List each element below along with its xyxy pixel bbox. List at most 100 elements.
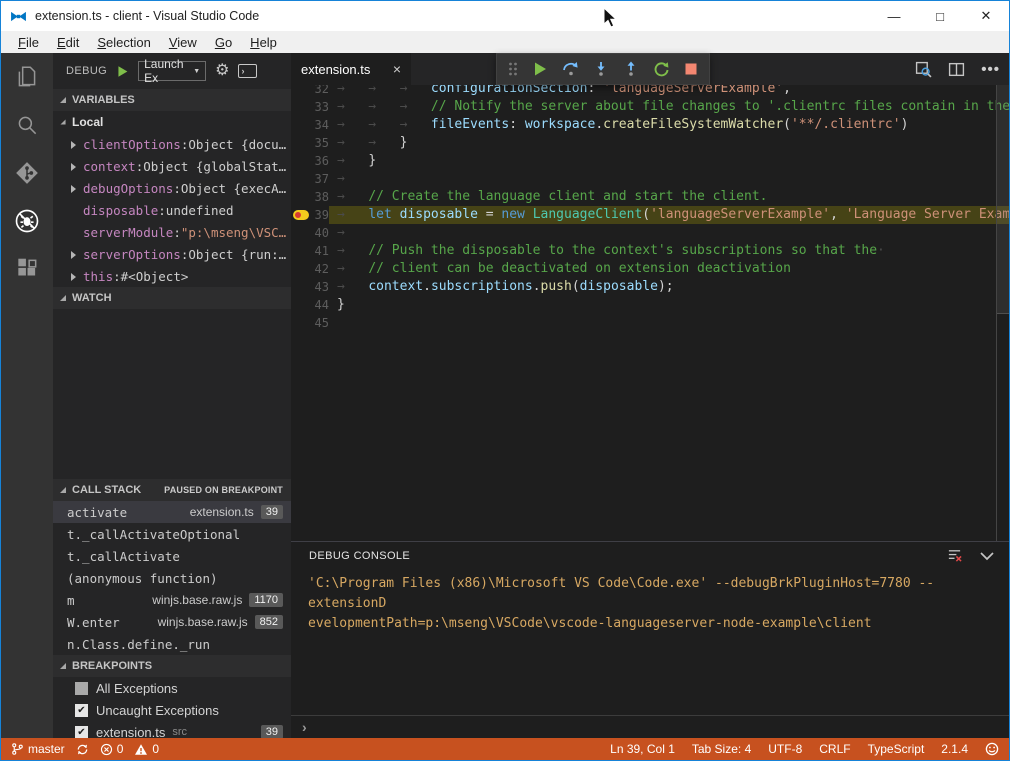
close-button[interactable]: ✕ bbox=[963, 1, 1009, 31]
stack-frame-row[interactable]: t._callActivateOptional bbox=[53, 523, 291, 545]
code-line[interactable]: 38→ // Create the language client and st… bbox=[291, 188, 1010, 206]
console-input[interactable]: › bbox=[291, 715, 1010, 738]
scope-row[interactable]: Local bbox=[53, 111, 291, 133]
watch-section-header[interactable]: WATCH bbox=[53, 287, 291, 309]
line-gutter[interactable]: 43 bbox=[291, 278, 329, 296]
call-stack-section-header[interactable]: CALL STACK PAUSED ON BREAKPOINT bbox=[53, 479, 291, 501]
status-item[interactable]: 2.1.4 bbox=[941, 742, 968, 756]
code-line[interactable]: 36→ } bbox=[291, 152, 1010, 170]
stack-frame-row[interactable]: (anonymous function) bbox=[53, 567, 291, 589]
source-control-icon[interactable] bbox=[1, 149, 53, 197]
tab-close-icon[interactable]: × bbox=[393, 61, 401, 77]
variable-row[interactable]: context: Object {globalStat… bbox=[53, 155, 291, 177]
menu-item-help[interactable]: Help bbox=[241, 33, 286, 52]
line-gutter[interactable]: 41 bbox=[291, 242, 329, 260]
tab-extension-ts[interactable]: extension.ts × bbox=[291, 53, 411, 85]
variable-row[interactable]: serverOptions: Object {run:… bbox=[53, 243, 291, 265]
git-branch-indicator[interactable]: master bbox=[11, 742, 65, 756]
line-gutter[interactable]: 35 bbox=[291, 134, 329, 152]
search-icon[interactable] bbox=[1, 101, 53, 149]
start-debug-button[interactable] bbox=[116, 65, 129, 78]
debug-icon[interactable] bbox=[1, 197, 53, 245]
status-item[interactable]: TypeScript bbox=[868, 742, 925, 756]
code-line[interactable]: 44} bbox=[291, 296, 1010, 314]
toolbar-drag-grip[interactable] bbox=[508, 61, 518, 77]
breakpoint-checkbox[interactable] bbox=[75, 682, 88, 695]
scrollbar-slider[interactable] bbox=[997, 85, 1010, 314]
code-line[interactable]: 39→ let disposable = new LanguageClient(… bbox=[291, 206, 1010, 224]
breakpoint-checkbox[interactable]: ✔ bbox=[75, 726, 88, 739]
feedback-smiley-icon[interactable] bbox=[985, 742, 999, 756]
variable-row[interactable]: disposable: undefined bbox=[53, 199, 291, 221]
code-line[interactable]: 35→ → } bbox=[291, 134, 1010, 152]
warning-count[interactable]: 0 bbox=[134, 742, 159, 756]
code-line[interactable]: 43→ context.subscriptions.push(disposabl… bbox=[291, 278, 1010, 296]
launch-config-dropdown[interactable]: Launch Ex ▼ bbox=[138, 61, 206, 81]
code-line[interactable]: 32→ → → configurationSection: 'languageS… bbox=[291, 85, 1010, 98]
restart-button[interactable] bbox=[653, 61, 670, 78]
stack-frame-row[interactable]: W.enterwinjs.base.raw.js852 bbox=[53, 611, 291, 633]
breakpoint-row[interactable]: All Exceptions bbox=[53, 677, 291, 699]
maximize-button[interactable]: □ bbox=[917, 1, 963, 31]
continue-button[interactable] bbox=[532, 61, 548, 77]
code-line[interactable]: 37→ bbox=[291, 170, 1010, 188]
status-item[interactable]: Ln 39, Col 1 bbox=[610, 742, 675, 756]
split-editor-icon[interactable] bbox=[948, 61, 965, 78]
step-into-button[interactable] bbox=[593, 61, 609, 77]
step-out-button[interactable] bbox=[623, 61, 639, 77]
open-repl-icon[interactable]: › bbox=[238, 64, 257, 78]
line-gutter[interactable]: 36 bbox=[291, 152, 329, 170]
stack-frame-row[interactable]: n.Class.define._run bbox=[53, 633, 291, 655]
clear-console-icon[interactable] bbox=[947, 548, 962, 563]
line-gutter[interactable]: 39 bbox=[291, 206, 329, 224]
variable-row[interactable]: this: #<Object> bbox=[53, 265, 291, 287]
menu-item-edit[interactable]: Edit bbox=[48, 33, 88, 52]
code-line[interactable]: 42→ // client can be deactivated on exte… bbox=[291, 260, 1010, 278]
code-line[interactable]: 34→ → → fileEvents: workspace.createFile… bbox=[291, 116, 1010, 134]
code-line[interactable]: 33→ → → // Notify the server about file … bbox=[291, 98, 1010, 116]
extensions-icon[interactable] bbox=[1, 245, 53, 293]
breakpoint-checkbox[interactable]: ✔ bbox=[75, 704, 88, 717]
line-gutter[interactable]: 37 bbox=[291, 170, 329, 188]
line-gutter[interactable]: 40 bbox=[291, 224, 329, 242]
line-gutter[interactable]: 32 bbox=[291, 85, 329, 98]
open-preview-icon[interactable] bbox=[915, 61, 932, 78]
menu-item-selection[interactable]: Selection bbox=[88, 33, 159, 52]
code-line[interactable]: 41→ // Push the disposable to the contex… bbox=[291, 242, 1010, 260]
stack-frame-row[interactable]: mwinjs.base.raw.js1170 bbox=[53, 589, 291, 611]
stop-button[interactable] bbox=[684, 62, 698, 76]
breakpoint-row[interactable]: ✔Uncaught Exceptions bbox=[53, 699, 291, 721]
code-line[interactable]: 45 bbox=[291, 314, 1010, 332]
status-item[interactable]: CRLF bbox=[819, 742, 850, 756]
breakpoints-section-header[interactable]: BREAKPOINTS bbox=[53, 655, 291, 677]
line-gutter[interactable]: 34 bbox=[291, 116, 329, 134]
variable-row[interactable]: serverModule: "p:\mseng\VSC… bbox=[53, 221, 291, 243]
variable-row[interactable]: debugOptions: Object {execA… bbox=[53, 177, 291, 199]
stack-frame-row[interactable]: t._callActivate bbox=[53, 545, 291, 567]
variables-section-header[interactable]: VARIABLES bbox=[53, 89, 291, 111]
status-item[interactable]: Tab Size: 4 bbox=[692, 742, 751, 756]
step-over-button[interactable] bbox=[562, 61, 580, 77]
code-line[interactable]: 40→ bbox=[291, 224, 1010, 242]
minimize-button[interactable]: — bbox=[871, 1, 917, 31]
status-item[interactable]: UTF-8 bbox=[768, 742, 802, 756]
error-count[interactable]: 0 bbox=[100, 742, 124, 756]
explorer-icon[interactable] bbox=[1, 53, 53, 101]
menu-item-view[interactable]: View bbox=[160, 33, 206, 52]
line-gutter[interactable]: 45 bbox=[291, 314, 329, 332]
menu-item-go[interactable]: Go bbox=[206, 33, 241, 52]
chevron-down-icon[interactable] bbox=[980, 551, 994, 561]
menu-item-file[interactable]: File bbox=[9, 33, 48, 52]
line-gutter[interactable]: 33 bbox=[291, 98, 329, 116]
more-actions-icon[interactable]: ••• bbox=[981, 61, 1000, 78]
line-gutter[interactable]: 38 bbox=[291, 188, 329, 206]
line-gutter[interactable]: 42 bbox=[291, 260, 329, 278]
line-gutter[interactable]: 44 bbox=[291, 296, 329, 314]
code-editor[interactable]: 32→ → → configurationSection: 'languageS… bbox=[291, 85, 1010, 541]
variable-row[interactable]: clientOptions: Object {docu… bbox=[53, 133, 291, 155]
stack-frame-row[interactable]: activateextension.ts39 bbox=[53, 501, 291, 523]
sync-icon[interactable] bbox=[76, 743, 89, 756]
breakpoint-paused-icon[interactable] bbox=[293, 210, 309, 220]
configure-gear-icon[interactable]: ⚙ bbox=[215, 63, 229, 79]
editor-scrollbar[interactable] bbox=[996, 85, 1010, 541]
